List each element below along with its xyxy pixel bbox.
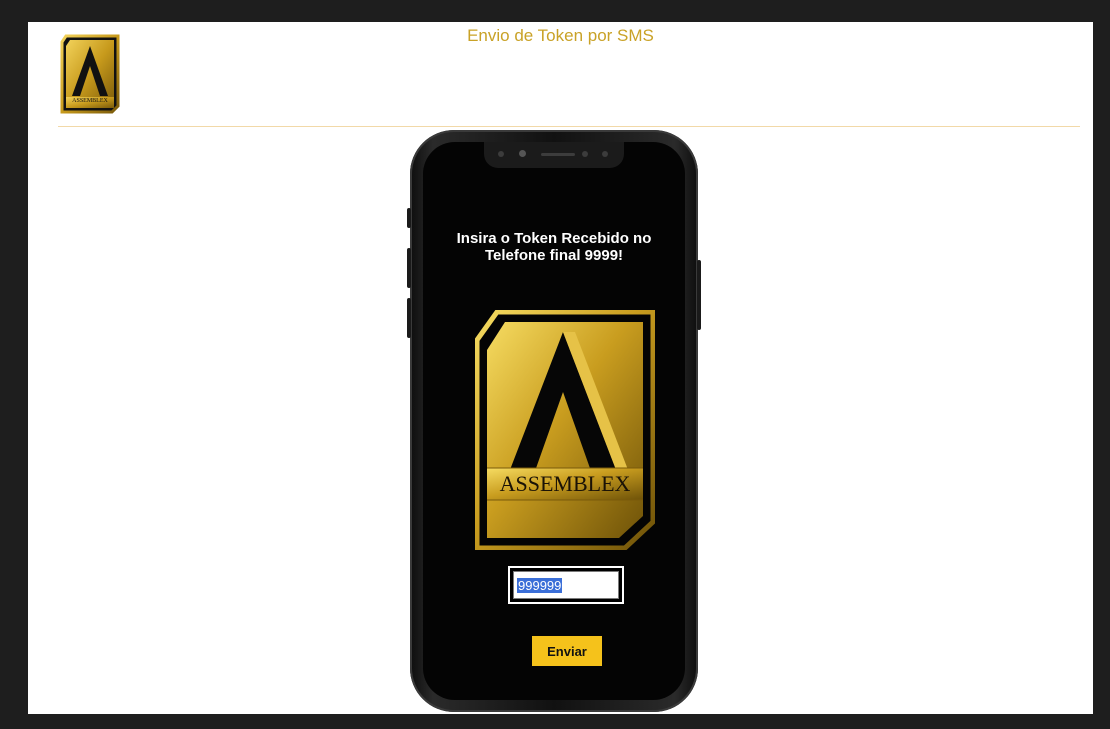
phone-notch — [484, 142, 624, 168]
phone-volume-up — [407, 248, 411, 288]
assemblex-logo-icon: ASSEMBLEX — [474, 309, 656, 551]
assemblex-logo-text: ASSEMBLEX — [499, 471, 631, 496]
header-logo-text: ASSEMBLEX — [72, 98, 108, 104]
token-instruction: Insira o Token Recebido no Telefone fina… — [456, 230, 652, 264]
phone-mockup: Insira o Token Recebido no Telefone fina… — [407, 130, 701, 712]
phone-screen: Insira o Token Recebido no Telefone fina… — [423, 142, 685, 700]
sensor-icon — [602, 151, 608, 157]
phone-power-button — [697, 260, 701, 330]
page-title: Envio de Token por SMS — [467, 26, 654, 45]
header-divider — [58, 126, 1080, 127]
send-button[interactable]: Enviar — [532, 636, 602, 666]
phone-side-button — [407, 208, 411, 228]
token-input-wrapper: 999999 — [508, 566, 624, 604]
token-input[interactable]: 999999 — [513, 571, 619, 599]
sensor-icon — [498, 151, 504, 157]
token-input-value: 999999 — [517, 577, 563, 593]
header-logo-icon: ASSEMBLEX — [60, 34, 120, 114]
page: ASSEMBLEX Envio de Token por SMS Insira … — [28, 22, 1093, 714]
speaker-icon — [541, 153, 575, 156]
camera-icon — [519, 150, 526, 157]
phone-volume-down — [407, 298, 411, 338]
sensor-icon — [582, 151, 588, 157]
window-frame: ASSEMBLEX Envio de Token por SMS Insira … — [0, 0, 1110, 729]
